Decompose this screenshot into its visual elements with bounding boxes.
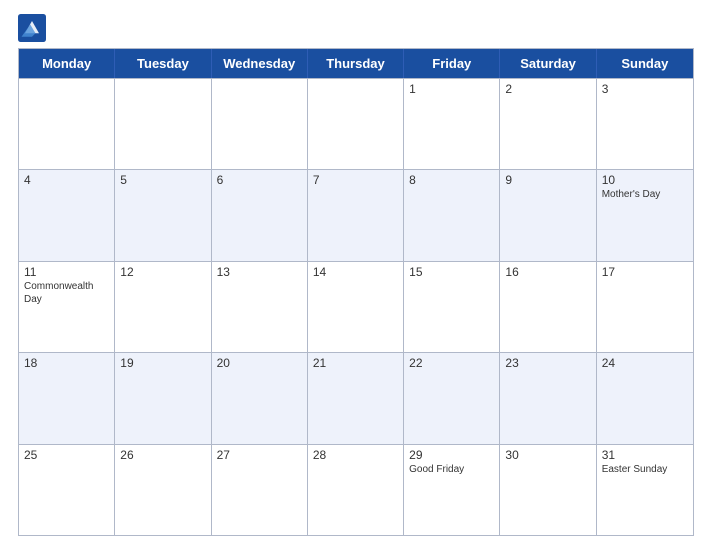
- calendar-cell: 11Commonwealth Day: [19, 262, 115, 352]
- calendar-cell: 25: [19, 445, 115, 535]
- calendar-cell: [115, 79, 211, 169]
- calendar-page: Monday Tuesday Wednesday Thursday Friday…: [0, 0, 712, 550]
- calendar-cell: 13: [212, 262, 308, 352]
- calendar-grid: Monday Tuesday Wednesday Thursday Friday…: [18, 48, 694, 536]
- calendar-cell: [212, 79, 308, 169]
- calendar-cell: 30: [500, 445, 596, 535]
- day-number: 14: [313, 265, 398, 279]
- calendar-cell: 10Mother's Day: [597, 170, 693, 260]
- event-label: Commonwealth Day: [24, 280, 109, 306]
- calendar-cell: 31Easter Sunday: [597, 445, 693, 535]
- day-number: 13: [217, 265, 302, 279]
- day-number: 2: [505, 82, 590, 96]
- day-number: 24: [602, 356, 688, 370]
- calendar-week-4: 18 19 20 21 22 23 24: [19, 352, 693, 443]
- calendar-cell: 18: [19, 353, 115, 443]
- event-label: Good Friday: [409, 463, 494, 476]
- calendar-cell: 23: [500, 353, 596, 443]
- header-wednesday: Wednesday: [212, 49, 308, 78]
- calendar-cell: 9: [500, 170, 596, 260]
- calendar-cell: 3: [597, 79, 693, 169]
- day-number: 10: [602, 173, 688, 187]
- day-number: 21: [313, 356, 398, 370]
- day-number: 3: [602, 82, 688, 96]
- calendar-cell: 16: [500, 262, 596, 352]
- header-monday: Monday: [19, 49, 115, 78]
- calendar-cell: 7: [308, 170, 404, 260]
- calendar-cell: 28: [308, 445, 404, 535]
- day-number: 19: [120, 356, 205, 370]
- day-number: 7: [313, 173, 398, 187]
- calendar-header-row: Monday Tuesday Wednesday Thursday Friday…: [19, 49, 693, 78]
- calendar-cell: 19: [115, 353, 211, 443]
- day-number: 25: [24, 448, 109, 462]
- calendar-cell: 21: [308, 353, 404, 443]
- calendar-cell: 29Good Friday: [404, 445, 500, 535]
- event-label: Easter Sunday: [602, 463, 688, 476]
- calendar-cell: 2: [500, 79, 596, 169]
- calendar-cell: 1: [404, 79, 500, 169]
- calendar-body: 12345678910Mother's Day11Commonwealth Da…: [19, 78, 693, 535]
- header-tuesday: Tuesday: [115, 49, 211, 78]
- day-number: 20: [217, 356, 302, 370]
- calendar-week-5: 25 26 27 28 29Good Friday 30 31Easter Sunday: [19, 444, 693, 535]
- day-number: 18: [24, 356, 109, 370]
- day-number: 5: [120, 173, 205, 187]
- calendar-week-2: 456789 10Mother's Day: [19, 169, 693, 260]
- day-number: 28: [313, 448, 398, 462]
- day-number: 26: [120, 448, 205, 462]
- day-number: 9: [505, 173, 590, 187]
- event-label: Mother's Day: [602, 188, 688, 201]
- calendar-cell: 8: [404, 170, 500, 260]
- day-number: 4: [24, 173, 109, 187]
- header-friday: Friday: [404, 49, 500, 78]
- calendar-cell: 20: [212, 353, 308, 443]
- calendar-cell: 15: [404, 262, 500, 352]
- calendar-week-3: 11Commonwealth Day 12 13 14 15 16 17: [19, 261, 693, 352]
- calendar-cell: 14: [308, 262, 404, 352]
- header-sunday: Sunday: [597, 49, 693, 78]
- header-saturday: Saturday: [500, 49, 596, 78]
- header-thursday: Thursday: [308, 49, 404, 78]
- calendar-cell: 27: [212, 445, 308, 535]
- day-number: 23: [505, 356, 590, 370]
- day-number: 30: [505, 448, 590, 462]
- day-number: 17: [602, 265, 688, 279]
- calendar-cell: 6: [212, 170, 308, 260]
- calendar-cell: 17: [597, 262, 693, 352]
- calendar-cell: 24: [597, 353, 693, 443]
- logo-icon: [18, 14, 46, 42]
- calendar-cell: 5: [115, 170, 211, 260]
- calendar-cell: 4: [19, 170, 115, 260]
- day-number: 11: [24, 265, 109, 279]
- calendar-cell: [19, 79, 115, 169]
- page-header: [18, 14, 694, 42]
- calendar-cell: 22: [404, 353, 500, 443]
- day-number: 29: [409, 448, 494, 462]
- day-number: 15: [409, 265, 494, 279]
- day-number: 31: [602, 448, 688, 462]
- day-number: 27: [217, 448, 302, 462]
- day-number: 16: [505, 265, 590, 279]
- day-number: 8: [409, 173, 494, 187]
- calendar-cell: 26: [115, 445, 211, 535]
- calendar-cell: 12: [115, 262, 211, 352]
- day-number: 12: [120, 265, 205, 279]
- day-number: 22: [409, 356, 494, 370]
- logo: [18, 14, 50, 42]
- calendar-week-1: 123: [19, 78, 693, 169]
- day-number: 1: [409, 82, 494, 96]
- calendar-cell: [308, 79, 404, 169]
- day-number: 6: [217, 173, 302, 187]
